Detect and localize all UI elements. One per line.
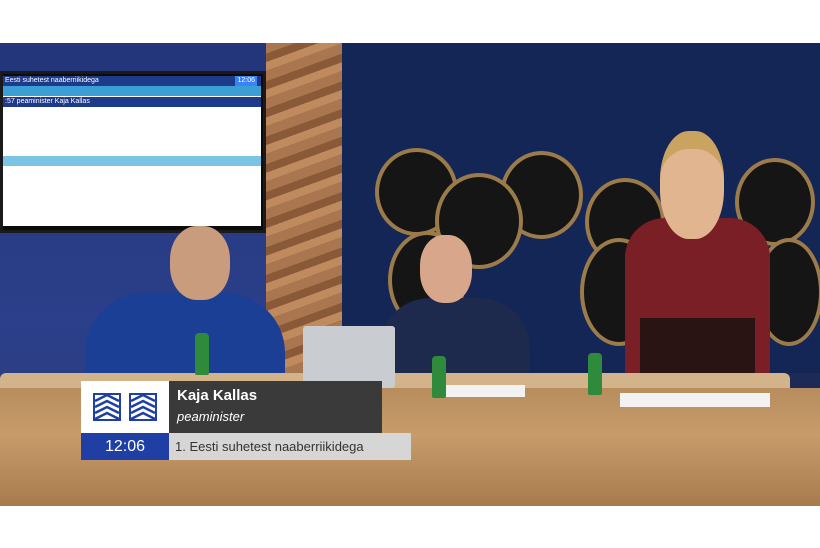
papers — [620, 393, 770, 407]
monitor-display: Eesti suhetest naaberriikidega 12:06 :57… — [3, 76, 261, 226]
monitor-title: Eesti suhetest naaberriikidega 12:06 — [3, 76, 261, 86]
monitor-selected-row: :57 peaminister Kaja Kallas — [3, 97, 261, 107]
monitor-title-text: Eesti suhetest naaberriikidega — [5, 77, 99, 84]
monitor-time: 12:06 — [235, 76, 257, 86]
speaker-head — [660, 131, 724, 239]
papers — [445, 385, 525, 397]
broadcast-time: 12:06 — [81, 433, 169, 460]
monitor-highlight-row — [3, 86, 261, 96]
monitor-screen: Eesti suhetest naaberriikidega 12:06 :57… — [0, 71, 266, 233]
riigikogu-logo-icon — [81, 381, 169, 433]
speaker-name-box: Kaja Kallas peaminister — [169, 381, 382, 433]
person-middle-head — [420, 235, 472, 303]
laptop — [303, 326, 395, 388]
person-left-head — [170, 226, 230, 300]
water-bottle — [588, 353, 602, 395]
water-bottle — [432, 356, 446, 398]
logo-mark-left — [93, 393, 121, 421]
logo-mark-right — [129, 393, 157, 421]
agenda-item: 1. Eesti suhetest naaberriikidega — [169, 433, 411, 460]
speaker-name: Kaja Kallas — [177, 387, 258, 404]
monitor-highlight-row-2 — [3, 156, 261, 166]
water-bottle — [195, 333, 209, 375]
monitor-subrow — [3, 168, 261, 178]
monitor-selected-text: :57 peaminister Kaja Kallas — [5, 98, 90, 105]
speaker-role: peaminister — [177, 409, 245, 424]
